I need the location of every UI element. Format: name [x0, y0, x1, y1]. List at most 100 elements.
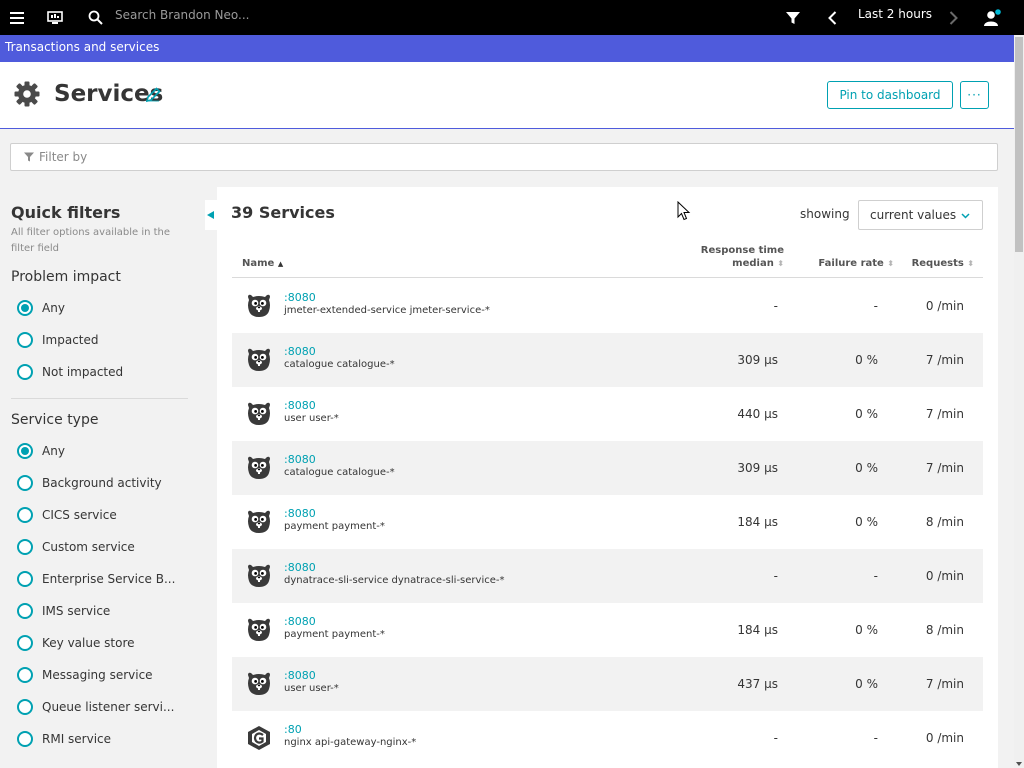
column-requests[interactable]: Requests ⬍	[902, 257, 974, 270]
table-row[interactable]: :8080 payment payment-* 184 µs 0 % 8 /min	[232, 495, 983, 549]
table-row[interactable]: :8080 catalogue catalogue-* 309 µs 0 % 7 /mi…	[232, 441, 983, 495]
values-select[interactable]: current values	[858, 200, 983, 230]
quick-filters-panel: Quick filters All filter options availab…	[0, 187, 200, 768]
radio-problem-impacted[interactable]: Impacted	[17, 330, 99, 350]
menu-icon[interactable]	[8, 0, 26, 35]
radio-icon	[17, 667, 33, 683]
radio-icon	[17, 475, 33, 491]
user-icon[interactable]	[982, 0, 1002, 35]
requests-value: 7 /min	[925, 677, 964, 691]
go-gopher-icon	[246, 347, 272, 373]
quick-filters-title: Quick filters	[11, 203, 121, 222]
more-options-button[interactable]: ···	[960, 81, 989, 109]
search-input[interactable]: Search Brandon Neo...	[115, 8, 249, 22]
scrollbar-thumb[interactable]	[1015, 37, 1023, 252]
service-name: jmeter-extended-service jmeter-service-*	[284, 305, 490, 316]
filter-icon	[24, 152, 34, 162]
radio-service-key-value[interactable]: Key value store	[17, 633, 135, 653]
service-link[interactable]: :8080	[284, 507, 316, 520]
requests-value: 7 /min	[925, 407, 964, 421]
service-link[interactable]: :8080	[284, 453, 316, 466]
quick-filters-subtitle: All filter options available in the filt…	[11, 227, 171, 254]
service-link[interactable]: :8080	[284, 345, 316, 358]
scroll-down-icon[interactable]	[1016, 762, 1022, 766]
table-row[interactable]: :8080 payment payment-* 184 µs 0 % 8 /min	[232, 603, 983, 657]
radio-service-rmi[interactable]: RMI service	[17, 729, 111, 749]
timeframe-selector[interactable]: Last 2 hours	[858, 7, 932, 21]
service-link[interactable]: :8080	[284, 561, 316, 574]
service-link[interactable]: :8080	[284, 615, 316, 628]
service-name: user user-*	[284, 683, 339, 694]
radio-service-ims[interactable]: IMS service	[17, 601, 110, 621]
table-row[interactable]: :80 nginx api-gateway-nginx-* - - 0 /min	[232, 711, 983, 765]
response-time-value: 309 µs	[737, 353, 778, 367]
problem-impact-title: Problem impact	[11, 269, 121, 285]
go-gopher-icon	[246, 293, 272, 319]
top-bar: Search Brandon Neo... Last 2 hours	[0, 0, 1024, 35]
page-scrollbar[interactable]	[1014, 35, 1024, 768]
go-gopher-icon	[246, 617, 272, 643]
filter-icon[interactable]	[784, 0, 802, 35]
sort-icon: ⬍	[967, 259, 974, 268]
divider	[11, 398, 188, 399]
radio-icon	[17, 731, 33, 747]
table-row[interactable]: :8080 dynatrace-sli-service dynatrace-sli…	[232, 549, 983, 603]
requests-value: 0 /min	[925, 731, 964, 745]
radio-service-enterprise-bus[interactable]: Enterprise Service B...	[17, 569, 175, 589]
chevron-left-icon[interactable]	[824, 0, 840, 35]
go-gopher-icon	[246, 509, 272, 535]
radio-icon	[17, 603, 33, 619]
radio-service-cics[interactable]: CICS service	[17, 505, 117, 525]
requests-value: 0 /min	[925, 299, 964, 313]
service-name: payment payment-*	[284, 629, 385, 640]
service-name: payment payment-*	[284, 521, 385, 532]
service-name: dynatrace-sli-service dynatrace-sli-serv…	[284, 575, 505, 586]
chevron-right-icon[interactable]	[945, 0, 961, 35]
service-link[interactable]: :8080	[284, 291, 316, 304]
radio-icon	[17, 364, 33, 380]
radio-icon	[17, 699, 33, 715]
filter-input[interactable]: Filter by	[10, 143, 998, 171]
service-link[interactable]: :80	[284, 723, 302, 736]
service-name: catalogue catalogue-*	[284, 467, 395, 478]
radio-icon	[17, 635, 33, 651]
requests-value: 7 /min	[925, 461, 964, 475]
radio-service-background[interactable]: Background activity	[17, 473, 162, 493]
showing-label: showing	[800, 207, 850, 221]
service-name: nginx api-gateway-nginx-*	[284, 737, 417, 748]
go-gopher-icon	[246, 671, 272, 697]
pencil-icon[interactable]	[145, 87, 161, 107]
column-name[interactable]: Name ▲	[242, 257, 283, 271]
failure-rate-value: -	[873, 299, 878, 313]
requests-value: 0 /min	[925, 569, 964, 583]
radio-icon	[17, 507, 33, 523]
pin-to-dashboard-button[interactable]: Pin to dashboard	[827, 81, 953, 109]
radio-service-messaging[interactable]: Messaging service	[17, 665, 153, 685]
radio-service-queue-listener[interactable]: Queue listener servi...	[17, 697, 174, 717]
sort-icon: ⬍	[777, 259, 784, 268]
response-time-value: 440 µs	[737, 407, 778, 421]
column-failure-rate[interactable]: Failure rate ⬍	[802, 257, 894, 270]
table-header: Name ▲ Response time median ⬍ Failure rat…	[232, 243, 983, 278]
monitor-icon[interactable]	[46, 0, 64, 35]
table-row[interactable]: :8080 user user-* 440 µs 0 % 7 /min	[232, 387, 983, 441]
radio-service-custom[interactable]: Custom service	[17, 537, 135, 557]
collapse-panel-button[interactable]	[205, 200, 217, 230]
go-gopher-icon	[246, 401, 272, 427]
column-response-time[interactable]: Response time median ⬍	[690, 244, 784, 270]
table-row[interactable]: :8080 catalogue catalogue-* 309 µs 0 % 7 /mi…	[232, 333, 983, 387]
service-link[interactable]: :8080	[284, 669, 316, 682]
breadcrumb-link[interactable]: Transactions and services	[5, 40, 159, 54]
radio-service-any[interactable]: Any	[17, 441, 65, 461]
failure-rate-value: 0 %	[855, 353, 878, 367]
service-link[interactable]: :8080	[284, 399, 316, 412]
radio-problem-any[interactable]: Any	[17, 298, 65, 318]
radio-problem-not-impacted[interactable]: Not impacted	[17, 362, 123, 382]
services-panel: 39 Services showing current values Name …	[217, 187, 998, 768]
response-time-value: -	[773, 299, 778, 313]
table-row[interactable]: :8080 user user-* 437 µs 0 % 7 /min	[232, 657, 983, 711]
response-time-value: 184 µs	[737, 623, 778, 637]
requests-value: 7 /min	[925, 353, 964, 367]
search-icon[interactable]	[86, 0, 104, 35]
table-row[interactable]: :8080 jmeter-extended-service jmeter-serv…	[232, 279, 983, 333]
